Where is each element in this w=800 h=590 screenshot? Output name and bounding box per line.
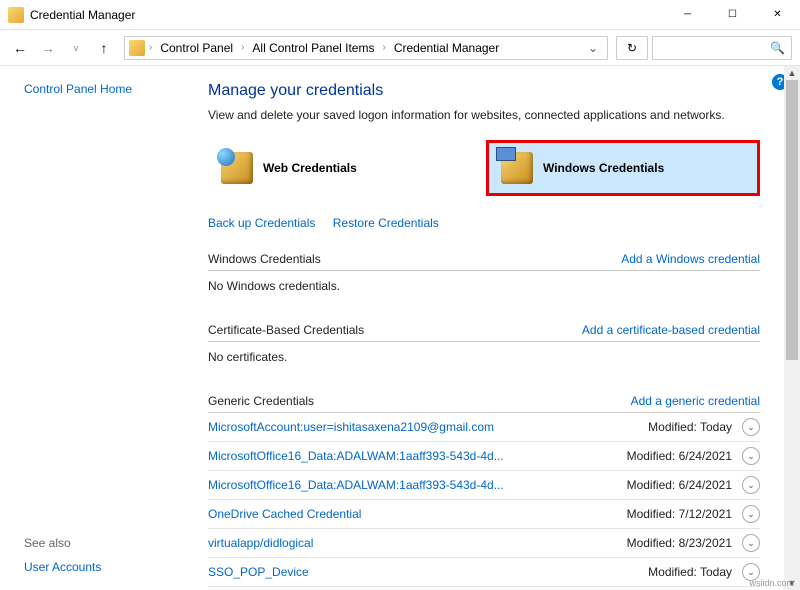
credential-name[interactable]: virtualapp/didlogical [208,536,621,550]
chevron-right-icon: › [239,42,246,53]
tab-windows-label: Windows Credentials [543,161,664,175]
section-windows-credentials: Windows Credentials Add a Windows creden… [208,246,760,271]
vertical-scrollbar[interactable]: ▲ ▼ [784,66,800,590]
credential-modified: Modified: 8/23/2021 [627,536,732,550]
page-subtitle: View and delete your saved logon informa… [208,108,760,122]
web-credentials-icon [221,152,253,184]
refresh-button[interactable]: ↻ [616,36,648,60]
credential-modified: Modified: 6/24/2021 [627,449,732,463]
credential-name[interactable]: SSO_POP_Device [208,565,642,579]
windows-empty-message: No Windows credentials. [208,271,760,309]
breadcrumb-dropdown[interactable]: ⌄ [583,41,603,55]
breadcrumb-item[interactable]: All Control Panel Items [248,39,378,57]
sidebar: Control Panel Home See also User Account… [0,66,200,590]
control-panel-home-link[interactable]: Control Panel Home [24,82,132,96]
credential-name[interactable]: OneDrive Cached Credential [208,507,621,521]
page-title: Manage your credentials [208,82,760,100]
generic-credentials-list: MicrosoftAccount:user=ishitasaxena2109@g… [208,413,760,590]
section-generic-credentials: Generic Credentials Add a generic creden… [208,388,760,413]
forward-button[interactable]: → [36,36,60,60]
credential-name[interactable]: MicrosoftOffice16_Data:ADALWAM:1aaff393-… [208,449,621,463]
tab-windows-credentials[interactable]: Windows Credentials [486,140,760,196]
credential-name[interactable]: MicrosoftOffice16_Data:ADALWAM:1aaff393-… [208,478,621,492]
expand-icon[interactable]: ⌄ [742,476,760,494]
maximize-button[interactable]: ☐ [710,0,755,30]
backup-credentials-link[interactable]: Back up Credentials [208,216,315,230]
up-button[interactable]: ↑ [92,36,116,60]
user-accounts-link[interactable]: User Accounts [24,560,101,574]
tab-web-label: Web Credentials [263,161,357,175]
window-title-area: Credential Manager [8,7,665,23]
main-panel: Manage your credentials View and delete … [200,66,800,590]
minimize-button[interactable]: ─ [665,0,710,30]
chevron-right-icon: › [380,42,387,53]
breadcrumb[interactable]: › Control Panel › All Control Panel Item… [124,36,608,60]
credential-modified: Modified: 7/12/2021 [627,507,732,521]
credential-modified: Modified: Today [648,565,732,579]
expand-icon[interactable]: ⌄ [742,447,760,465]
titlebar: Credential Manager ─ ☐ ✕ [0,0,800,30]
credential-modified: Modified: Today [648,420,732,434]
credential-manager-icon [129,40,145,56]
credential-row[interactable]: MicrosoftAccount:user=ishitasaxena2109@g… [208,413,760,442]
credential-row[interactable]: OneDrive Cached Credential Modified: 7/12… [208,500,760,529]
credential-row[interactable]: SSO_POP_DeviceModified: Today⌄ [208,558,760,587]
credential-tabs: Web Credentials Windows Credentials [208,140,760,196]
window-controls: ─ ☐ ✕ [665,0,800,30]
window-title: Credential Manager [30,8,135,22]
expand-icon[interactable]: ⌄ [742,418,760,436]
restore-credentials-link[interactable]: Restore Credentials [333,216,439,230]
back-button[interactable]: ← [8,36,32,60]
scroll-up-arrow[interactable]: ▲ [784,66,800,80]
section-label: Certificate-Based Credentials [208,323,364,337]
credential-name[interactable]: MicrosoftAccount:user=ishitasaxena2109@g… [208,420,642,434]
expand-icon[interactable]: ⌄ [742,534,760,552]
expand-icon[interactable]: ⌄ [742,505,760,523]
backup-restore-links: Back up Credentials Restore Credentials [208,216,760,230]
credential-row[interactable]: MicrosoftOffice16_Data:ADALWAM:1aaff393-… [208,442,760,471]
breadcrumb-item[interactable]: Control Panel [156,39,237,57]
breadcrumb-item[interactable]: Credential Manager [390,39,503,57]
search-input[interactable]: 🔍 [652,36,792,60]
windows-credentials-icon [501,152,533,184]
navbar: ← → v ↑ › Control Panel › All Control Pa… [0,30,800,66]
credential-row[interactable]: MicrosoftOffice16_Data:ADALWAM:1aaff393-… [208,471,760,500]
watermark: wsiidn.com [749,578,794,588]
add-windows-credential-link[interactable]: Add a Windows credential [621,252,760,266]
app-icon [8,7,24,23]
recent-dropdown[interactable]: v [64,36,88,60]
section-label: Windows Credentials [208,252,321,266]
section-label: Generic Credentials [208,394,314,408]
search-icon: 🔍 [770,41,785,55]
credential-row[interactable]: virtualapp/didlogical Modified: 8/23/2021… [208,529,760,558]
chevron-right-icon: › [147,42,154,53]
tab-web-credentials[interactable]: Web Credentials [208,140,478,196]
close-button[interactable]: ✕ [755,0,800,30]
certificate-empty-message: No certificates. [208,342,760,380]
scroll-thumb[interactable] [786,80,798,360]
credential-modified: Modified: 6/24/2021 [627,478,732,492]
content-area: ? Control Panel Home See also User Accou… [0,66,800,590]
add-certificate-credential-link[interactable]: Add a certificate-based credential [582,323,760,337]
see-also-label: See also [24,536,188,550]
add-generic-credential-link[interactable]: Add a generic credential [631,394,760,408]
section-certificate-credentials: Certificate-Based Credentials Add a cert… [208,317,760,342]
